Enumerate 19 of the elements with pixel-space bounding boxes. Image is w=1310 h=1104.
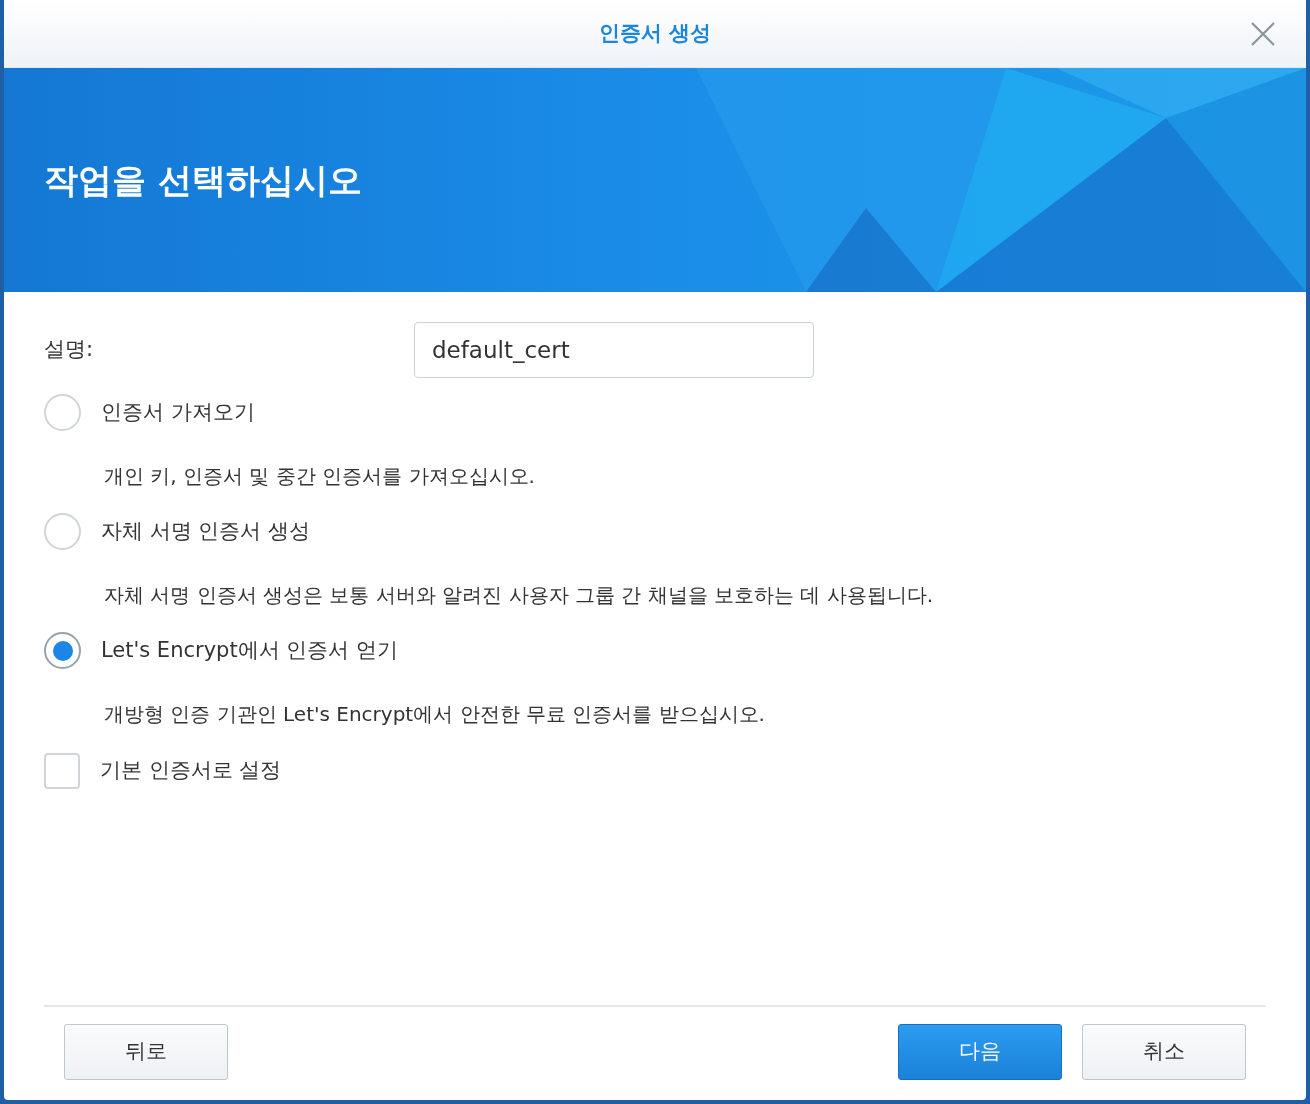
window-title: 인증서 생성	[598, 19, 712, 47]
cancel-button[interactable]: 취소	[1082, 1024, 1246, 1080]
checkbox-label: 기본 인증서로 설정	[100, 757, 282, 785]
checkbox[interactable]	[44, 753, 80, 789]
close-icon	[1251, 22, 1275, 46]
close-button[interactable]	[1250, 21, 1276, 47]
option-description: 자체 서명 인증서 생성은 보통 서버와 알려진 사용자 그룹 간 채널을 보호하는 데 사용됩니다.	[104, 582, 934, 609]
description-input-field[interactable]: default_cert	[414, 322, 814, 378]
option-description: 개방형 인증 기관인 Let's Encrypt에서 안전한 무료 인증서를 받으십시오.	[104, 701, 766, 728]
radio-label: Let's Encrypt에서 인증서 얻기	[101, 636, 398, 664]
back-button[interactable]: 뒤로	[64, 1024, 228, 1080]
field-label: 설명:	[44, 336, 95, 364]
banner-heading: 작업을 선택하십시오	[44, 158, 362, 202]
radio-label: 인증서 가져오기	[101, 398, 255, 426]
radio-button[interactable]	[44, 632, 81, 669]
option-description: 개인 키, 인증서 및 중간 인증서를 가져오십시오.	[104, 463, 536, 490]
radio-button[interactable]	[44, 394, 81, 431]
radio-label: 자체 서명 인증서 생성	[101, 517, 311, 545]
radio-button[interactable]	[44, 513, 81, 550]
